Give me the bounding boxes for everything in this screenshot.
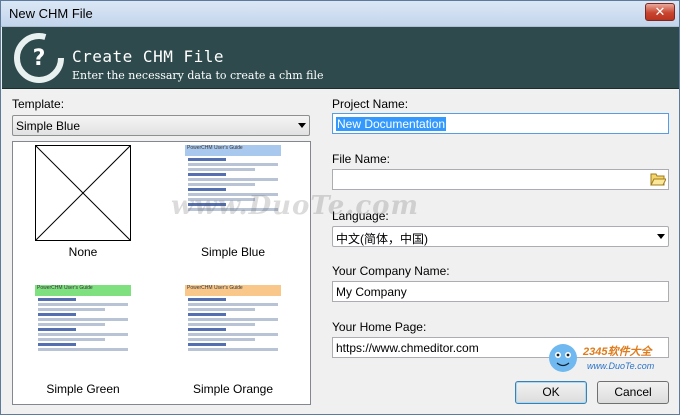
language-label: Language: [332, 209, 389, 223]
file-name-label: File Name: [332, 152, 391, 166]
corner-watermark-url: www.DuoTe.com [587, 361, 655, 371]
cancel-button[interactable]: Cancel [597, 381, 669, 404]
project-name-value: New Documentation [336, 117, 447, 131]
company-name-input[interactable]: My Company [332, 281, 669, 302]
template-caption: Simple Green [46, 382, 120, 396]
template-select[interactable]: Simple Blue [12, 115, 310, 136]
thumbnail-header: PowerCHM User's Guide [185, 285, 281, 296]
banner-subheading: Enter the necessary data to create a chm… [72, 69, 324, 82]
template-thumbnail: PowerCHM User's Guide [35, 285, 131, 381]
thumbnail-header: PowerCHM User's Guide [35, 285, 131, 296]
banner-heading: Create CHM File [72, 47, 224, 66]
svg-text:?: ? [33, 46, 46, 71]
window-title: New CHM File [9, 6, 93, 21]
home-page-value: https://www.chmeditor.com [336, 341, 479, 355]
language-select[interactable]: 中文(简体，中国) [332, 226, 669, 247]
help-question-icon: ? [14, 33, 64, 83]
close-button[interactable]: ✕ [645, 3, 675, 21]
template-caption: Simple Orange [192, 382, 274, 396]
company-name-value: My Company [336, 285, 407, 299]
home-page-input[interactable]: https://www.chmeditor.com [332, 337, 669, 358]
template-gallery: None PowerCHM User's Guide Simple Blue P… [12, 141, 311, 405]
template-thumbnail: PowerCHM User's Guide [185, 285, 281, 381]
template-caption: None [68, 245, 98, 259]
no-template-icon [35, 145, 131, 241]
home-page-label: Your Home Page: [332, 320, 427, 334]
folder-open-icon[interactable] [650, 172, 666, 186]
new-chm-file-dialog: New CHM File ✕ ? Create CHM File Enter t… [0, 0, 680, 415]
template-tile-simple-green[interactable]: PowerCHM User's Guide Simple Green [13, 285, 153, 405]
header-banner: ? Create CHM File Enter the necessary da… [2, 27, 679, 89]
template-select-value: Simple Blue [16, 119, 81, 133]
company-name-label: Your Company Name: [332, 264, 450, 278]
chevron-down-icon [298, 123, 306, 128]
template-thumbnail: PowerCHM User's Guide [185, 145, 281, 241]
chevron-down-icon [657, 234, 665, 239]
thumbnail-header: PowerCHM User's Guide [185, 145, 281, 156]
file-name-input[interactable] [332, 169, 669, 190]
title-bar[interactable]: New CHM File ✕ [1, 1, 679, 27]
template-label: Template: [12, 97, 65, 111]
template-tile-simple-orange[interactable]: PowerCHM User's Guide Simple Orange [163, 285, 303, 405]
template-caption: Simple Blue [200, 245, 266, 259]
template-tile-simple-blue[interactable]: PowerCHM User's Guide Simple Blue [163, 145, 303, 265]
project-name-input[interactable]: New Documentation [332, 113, 669, 134]
template-tile-none[interactable]: None [13, 142, 153, 262]
project-name-label: Project Name: [332, 97, 409, 111]
ok-button[interactable]: OK [515, 381, 587, 404]
language-select-value: 中文(简体，中国) [336, 232, 428, 246]
